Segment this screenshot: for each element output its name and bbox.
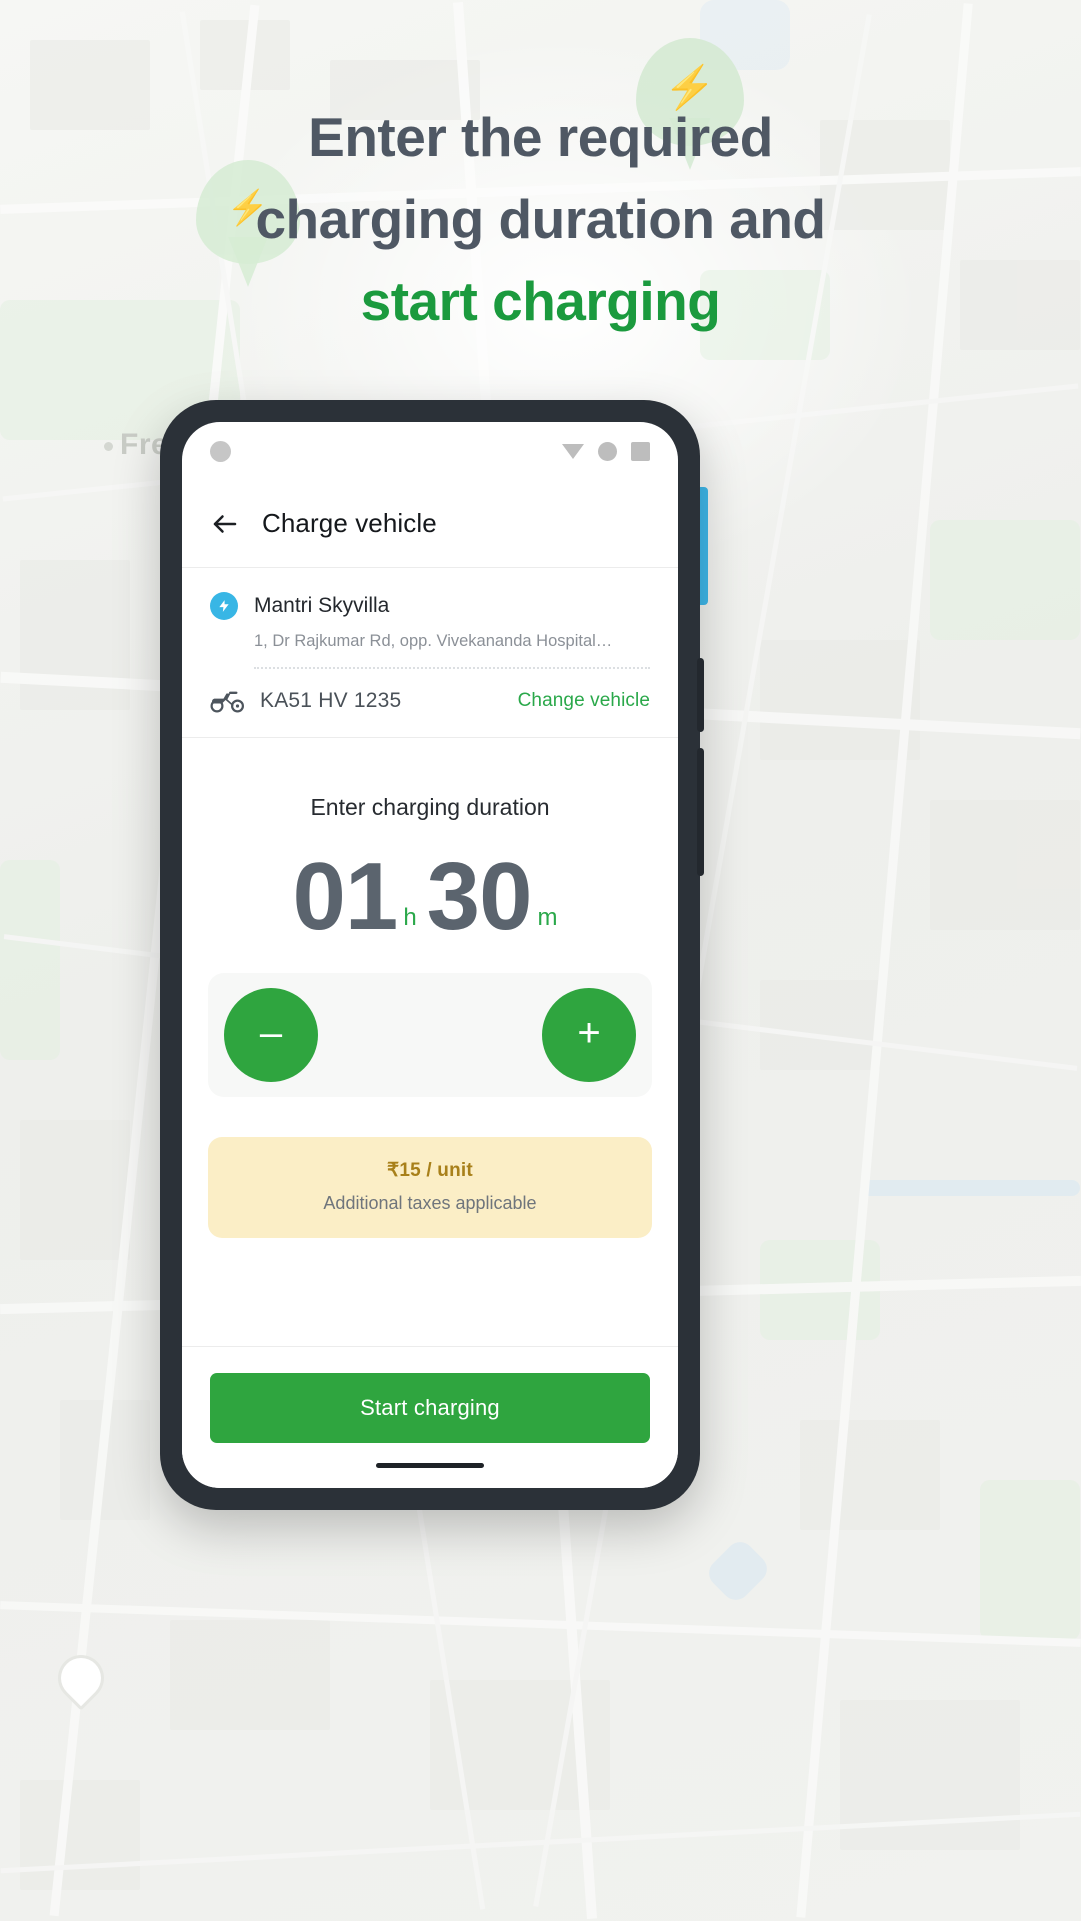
app-bar-title: Charge vehicle (262, 508, 437, 538)
start-charging-button[interactable]: Start charging (210, 1373, 650, 1443)
change-vehicle-link[interactable]: Change vehicle (518, 690, 650, 712)
back-arrow-icon[interactable] (210, 509, 240, 539)
decrement-button[interactable]: – (224, 988, 318, 1082)
dropdown-triangle-icon (562, 443, 584, 459)
phone-volume-button (697, 658, 704, 732)
duration-minutes-value: 30 (426, 843, 533, 950)
decrement-label: – (259, 1011, 283, 1055)
price-banner: ₹15 / unit Additional taxes applicable (208, 1137, 652, 1238)
duration-label: Enter charging duration (310, 794, 550, 820)
duration-stepper: – + (208, 973, 652, 1097)
camera-dot-icon (210, 440, 231, 462)
price-note: Additional taxes applicable (323, 1193, 537, 1213)
vehicle-row: KA51 HV 1235 Change vehicle (210, 669, 650, 737)
bottom-action-bar: Start charging (182, 1346, 678, 1488)
scooter-icon (210, 689, 245, 713)
duration-hours-unit: h (403, 904, 417, 931)
station-card: Mantri Skyvilla 1, Dr Rajkumar Rd, opp. … (182, 568, 678, 738)
station-name-row: Mantri Skyvilla (210, 592, 650, 620)
circle-indicator-icon (598, 441, 617, 461)
status-bar (182, 422, 678, 480)
duration-section: Enter charging duration 01 h 30 m – + ₹1… (182, 738, 678, 1238)
headline-line-1: Enter the required (308, 106, 773, 168)
increment-label: + (577, 1011, 601, 1055)
phone-mockup: Charge vehicle Mantri Skyvilla 1, Dr Raj… (160, 400, 704, 1510)
vehicle-plate: KA51 HV 1235 (260, 689, 402, 712)
increment-button[interactable]: + (542, 988, 636, 1082)
duration-display: 01 h 30 m (182, 849, 678, 945)
home-indicator (376, 1463, 484, 1468)
duration-minutes-unit: m (537, 904, 558, 931)
duration-hours-value: 01 (292, 843, 399, 950)
price-rate: ₹15 / unit (387, 1160, 473, 1181)
station-name: Mantri Skyvilla (254, 594, 390, 617)
headline-line-2: charging duration and (255, 188, 826, 250)
app-bar: Charge vehicle (182, 480, 678, 568)
page-title: Enter the required charging duration and… (0, 96, 1081, 342)
bolt-icon (210, 592, 238, 620)
headline-line-3: start charging (360, 270, 721, 332)
phone-power-button (697, 748, 704, 876)
station-address: 1, Dr Rajkumar Rd, opp. Vivekananda Hosp… (254, 632, 613, 650)
promo-screenshot: ⚡ ⚡ FreshMenu Enter the required chargin… (0, 0, 1081, 1921)
square-indicator-icon (631, 441, 650, 461)
phone-screen: Charge vehicle Mantri Skyvilla 1, Dr Raj… (182, 422, 678, 1488)
